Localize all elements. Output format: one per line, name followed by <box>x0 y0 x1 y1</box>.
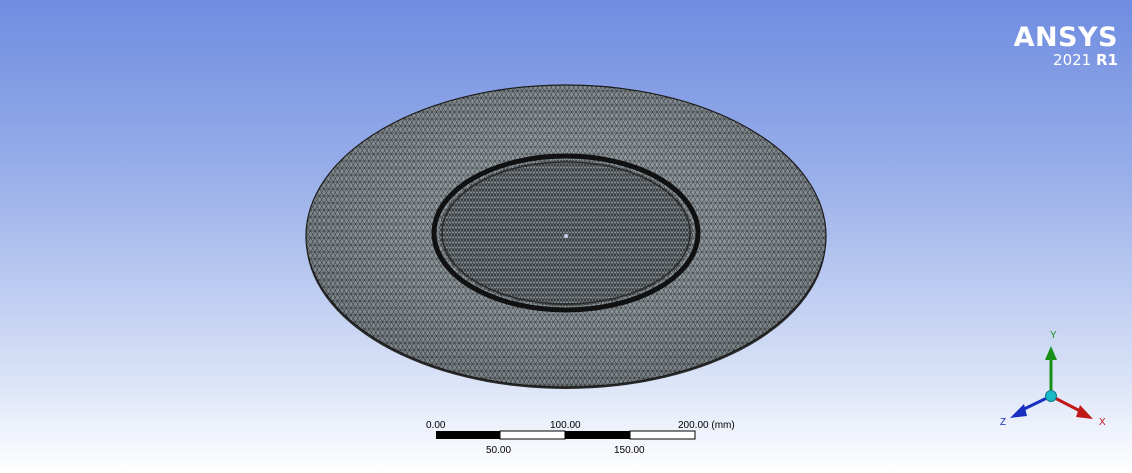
triad-origin[interactable] <box>1045 390 1057 402</box>
graphics-viewport[interactable]: ANSYS 2021 R1 0.00 100.00 200.00 (mm) 50… <box>0 0 1132 473</box>
scale-label-50: 50.00 <box>486 445 511 456</box>
z-axis-arrow <box>1010 404 1027 418</box>
inner-region-face <box>439 160 693 306</box>
meshed-disc-model[interactable] <box>0 0 1132 473</box>
scale-segment-2 <box>499 430 566 440</box>
x-axis-label: X <box>1099 417 1106 428</box>
coordinate-triad[interactable]: Y X Z <box>994 326 1114 436</box>
logo-brand: ANSYS <box>1013 22 1118 53</box>
ansys-logo: ANSYS 2021 R1 <box>1014 24 1118 69</box>
y-axis-label: Y <box>1050 330 1057 341</box>
scale-bar: 0.00 100.00 200.00 (mm) 50.00 150.00 <box>426 420 735 456</box>
scale-label-0: 0.00 <box>426 420 446 431</box>
scale-segment-3 <box>565 431 630 439</box>
scale-segment-4 <box>629 430 696 440</box>
logo-year: 2021 <box>1053 51 1092 69</box>
model-center-marker <box>564 234 568 238</box>
logo-release: R1 <box>1096 51 1118 69</box>
scale-label-150: 150.00 <box>614 445 645 456</box>
scale-label-100: 100.00 <box>550 420 581 431</box>
z-axis-label: Z <box>1000 417 1006 428</box>
x-axis-arrow <box>1076 405 1093 419</box>
logo-version: 2021 R1 <box>1014 52 1118 69</box>
scale-label-200: 200.00 (mm) <box>678 420 735 431</box>
scale-segment-1 <box>436 431 500 439</box>
y-axis-arrow <box>1045 346 1057 360</box>
